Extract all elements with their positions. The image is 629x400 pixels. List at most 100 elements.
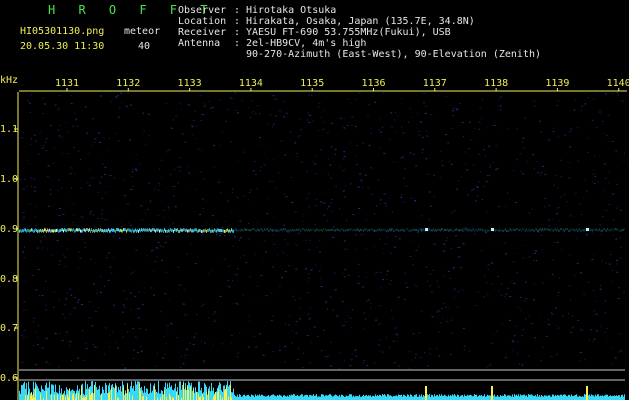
noise-speckle xyxy=(144,292,146,294)
noise-speckle xyxy=(457,246,460,248)
noise-speckle xyxy=(201,305,203,307)
noise-speckle xyxy=(531,208,533,210)
noise-speckle xyxy=(56,240,59,242)
histogram-bar xyxy=(24,381,25,400)
info-row-receiver: Receiver: YAESU FT-690 53.755MHz(Fukui), … xyxy=(178,27,451,38)
noise-speckle xyxy=(529,212,530,214)
noise-speckle xyxy=(439,177,442,178)
noise-speckle xyxy=(35,206,37,207)
noise-speckle xyxy=(316,246,318,248)
histogram-peak xyxy=(40,393,41,400)
histogram-bar xyxy=(306,394,307,400)
noise-speckle xyxy=(579,352,582,354)
noise-speckle xyxy=(347,274,350,276)
signal-pixel xyxy=(447,228,448,231)
noise-speckle xyxy=(147,113,150,115)
histogram-peak xyxy=(73,393,74,400)
histogram-bar xyxy=(47,387,48,400)
signal-pixel xyxy=(50,229,51,233)
noise-speckle xyxy=(557,135,559,137)
histogram-peak xyxy=(586,386,588,400)
signal-pixel xyxy=(53,229,54,233)
noise-speckle xyxy=(594,155,596,157)
noise-speckle xyxy=(584,103,587,105)
signal-pixel xyxy=(35,228,36,232)
noise-speckle xyxy=(592,173,594,175)
noise-speckle xyxy=(401,194,403,196)
signal-pixel xyxy=(301,229,302,232)
histogram-bar xyxy=(135,381,136,400)
signal-pixel xyxy=(48,229,49,233)
noise-speckle xyxy=(312,120,314,122)
noise-speckle xyxy=(592,341,594,343)
noise-speckle xyxy=(196,189,197,191)
noise-speckle xyxy=(267,198,269,200)
noise-speckle xyxy=(68,131,70,133)
noise-speckle xyxy=(249,276,251,278)
noise-speckle xyxy=(120,221,122,223)
noise-speckle xyxy=(305,268,307,270)
noise-speckle xyxy=(29,112,31,114)
noise-speckle xyxy=(57,129,60,131)
signal-pixel xyxy=(102,228,103,232)
signal-pixel xyxy=(490,228,491,231)
signal-pixel xyxy=(278,228,279,231)
noise-speckle xyxy=(263,240,265,242)
noise-speckle xyxy=(498,290,500,292)
signal-pixel xyxy=(136,229,137,233)
noise-speckle xyxy=(132,272,134,274)
histogram-bar xyxy=(56,392,57,400)
signal-pixel xyxy=(411,229,412,232)
noise-speckle xyxy=(495,125,497,126)
noise-speckle xyxy=(105,191,107,193)
noise-speckle xyxy=(396,334,398,336)
signal-pixel xyxy=(194,228,195,232)
signal-pixel xyxy=(335,229,336,232)
noise-speckle xyxy=(437,286,440,288)
noise-speckle xyxy=(107,252,110,254)
histogram-peak xyxy=(183,383,184,400)
noise-speckle xyxy=(262,258,264,260)
noise-speckle xyxy=(144,224,146,226)
noise-speckle xyxy=(22,212,25,214)
noise-speckle xyxy=(358,264,360,265)
noise-speckle xyxy=(591,259,594,261)
signal-pixel xyxy=(63,229,64,233)
signal-pixel xyxy=(267,228,268,231)
signal-pixel xyxy=(568,229,569,232)
histogram-bar xyxy=(506,396,507,400)
signal-pixel xyxy=(497,229,498,232)
noise-speckle xyxy=(445,96,447,97)
noise-speckle xyxy=(532,154,535,156)
signal-pixel xyxy=(530,229,531,232)
histogram-bar xyxy=(481,395,482,400)
histogram-bar xyxy=(462,395,463,400)
histogram-bar xyxy=(611,396,612,400)
signal-pixel xyxy=(581,229,582,232)
noise-speckle xyxy=(204,303,206,305)
noise-speckle xyxy=(77,150,80,152)
noise-speckle xyxy=(491,283,493,285)
signal-pixel xyxy=(389,228,390,231)
signal-pixel xyxy=(384,228,385,231)
histogram-bar xyxy=(446,396,447,400)
noise-speckle xyxy=(590,329,593,331)
histogram-bar xyxy=(471,395,472,400)
histogram-bar xyxy=(248,394,249,400)
signal-pixel xyxy=(300,229,301,232)
noise-speckle xyxy=(339,208,341,210)
noise-speckle xyxy=(473,233,476,235)
signal-pixel xyxy=(299,228,300,231)
signal-pixel xyxy=(268,229,269,232)
noise-speckle xyxy=(139,328,142,330)
signal-pixel xyxy=(505,228,506,231)
noise-speckle xyxy=(409,367,411,369)
noise-speckle xyxy=(605,178,607,179)
signal-pixel xyxy=(315,229,316,232)
noise-speckle xyxy=(498,105,500,107)
noise-speckle xyxy=(121,226,123,227)
histogram-bar xyxy=(490,395,491,400)
noise-speckle xyxy=(39,295,40,297)
noise-speckle xyxy=(386,279,388,280)
noise-speckle xyxy=(507,192,509,194)
